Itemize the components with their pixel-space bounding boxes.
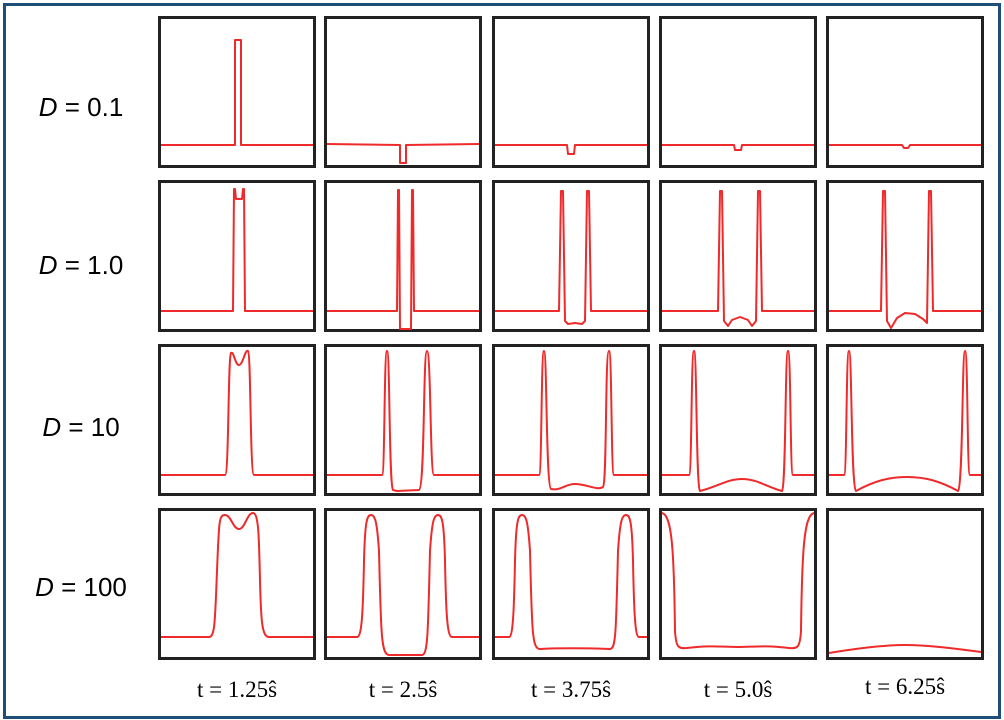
figure-frame: D = 0.1 D = 1.0 D = 10 D = 100 t = 1.25ŝ… — [3, 3, 1001, 719]
row-label-d-1-0: D = 1.0 — [38, 250, 124, 280]
panel-d1-t1 — [158, 180, 316, 332]
panel-d01-t1 — [158, 16, 316, 168]
profile-curve — [161, 188, 313, 312]
panel-d100-t5 — [826, 508, 984, 660]
profile-curve — [829, 144, 981, 149]
profile-curve — [495, 190, 647, 325]
panel-d10-t1 — [158, 344, 316, 496]
profile-curve — [829, 190, 981, 329]
profile-curve — [327, 189, 479, 330]
panel-d01-t3 — [492, 16, 650, 168]
column-label-t-1-25: t = 1.25ŝ — [196, 677, 278, 702]
panel-d10-t3 — [492, 344, 650, 496]
column-label-t-2-5: t = 2.5ŝ — [368, 677, 438, 702]
panel-d10-t5 — [826, 344, 984, 496]
row-label-d-0-1: D = 0.1 — [38, 92, 124, 122]
profile-curve — [828, 644, 982, 654]
profile-curve — [495, 350, 647, 491]
profile-curve — [662, 190, 814, 327]
panel-d1-t4 — [659, 180, 817, 332]
profile-curve — [495, 144, 647, 155]
panel-d10-t2 — [324, 344, 482, 496]
panel-d01-t2 — [324, 16, 482, 168]
panel-d100-t3 — [492, 508, 650, 660]
profile-curve — [495, 514, 647, 650]
profile-curve — [662, 350, 814, 492]
profile-curve — [829, 350, 981, 492]
profile-curve — [161, 512, 313, 638]
row-label-d-100: D = 100 — [35, 572, 127, 602]
column-label-t-3-75: t = 3.75ŝ — [530, 677, 612, 702]
panel-d100-t2 — [324, 508, 482, 660]
panel-d1-t2 — [324, 180, 482, 332]
profile-curve — [161, 39, 313, 146]
profile-curve — [662, 144, 814, 151]
panel-d01-t4 — [659, 16, 817, 168]
profile-curve — [161, 349, 313, 476]
panel-d100-t1 — [158, 508, 316, 660]
panel-d1-t3 — [492, 180, 650, 332]
profile-curve — [326, 143, 480, 164]
panel-d01-t5 — [826, 16, 984, 168]
column-label-t-6-25: t = 6.25ŝ — [864, 674, 946, 699]
panel-d10-t4 — [659, 344, 817, 496]
profile-curve — [661, 512, 815, 650]
profile-curve — [327, 350, 479, 492]
panel-d1-t5 — [826, 180, 984, 332]
profile-curve — [327, 514, 479, 656]
panel-d100-t4 — [659, 508, 817, 660]
row-label-d-10: D = 10 — [42, 412, 120, 442]
column-label-t-5-0: t = 5.0ŝ — [703, 677, 773, 702]
